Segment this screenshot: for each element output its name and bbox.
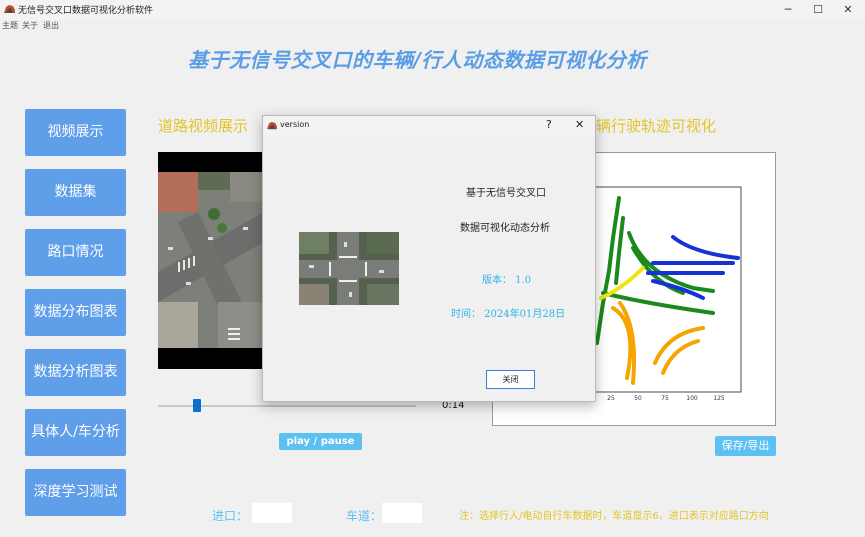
maximize-button[interactable]: ☐: [801, 0, 835, 20]
intersection-thumbnail: [299, 232, 399, 305]
menu-theme[interactable]: 主题: [2, 20, 18, 32]
app-logo-icon: [4, 5, 15, 13]
app-logo-icon: [267, 121, 277, 130]
dialog-help-button[interactable]: ?: [546, 118, 552, 131]
menu-bar: 主题 关于 退出: [0, 20, 865, 32]
entry-input[interactable]: [252, 503, 292, 523]
lane-label: 车道：: [346, 509, 383, 523]
video-frame-image: [158, 172, 264, 348]
nav-intersection-button[interactable]: 路口情况: [25, 229, 126, 276]
dialog-heading-line2: 数据可视化动态分析: [460, 223, 550, 234]
nav-video-button[interactable]: 视频展示: [25, 109, 126, 156]
nav-analysis-chart-button[interactable]: 数据分析图表: [25, 349, 126, 396]
nav-person-vehicle-button[interactable]: 具体人/车分析: [25, 409, 126, 456]
nav-distribution-chart-button[interactable]: 数据分布图表: [25, 289, 126, 336]
dialog-title: version: [280, 120, 310, 129]
trajectory-section-label: 辆行驶轨迹可视化: [596, 117, 717, 135]
x-tick-label: 125: [713, 395, 725, 402]
main-title: 基于无信号交叉口的车辆/行人动态数据可视化分析: [188, 48, 647, 72]
lane-input[interactable]: [382, 503, 422, 523]
nav-deep-learning-button[interactable]: 深度学习测试: [25, 469, 126, 516]
x-tick-label: 25: [607, 395, 615, 402]
dialog-close-button[interactable]: 关闭: [486, 370, 535, 389]
version-dialog: version ? ✕ 基于无信号交叉口 数据可视化动态分析 版本： 1.0 时…: [262, 115, 596, 402]
x-tick-label: 100: [686, 395, 698, 402]
save-export-button[interactable]: 保存/导出: [715, 436, 776, 456]
play-pause-button[interactable]: play / pause: [279, 433, 362, 450]
dialog-titlebar: version ? ✕: [263, 116, 595, 136]
window-titlebar: 无信号交叉口数据可视化分析软件 ─ ☐ ✕: [0, 0, 865, 20]
menu-exit[interactable]: 退出: [43, 20, 59, 32]
menu-about[interactable]: 关于: [22, 20, 38, 32]
dialog-version: 版本： 1.0: [482, 275, 532, 286]
video-section-label: 道路视频展示: [158, 117, 249, 135]
trajectory-line: [653, 326, 705, 365]
trajectory-line: [671, 235, 740, 260]
video-progress-handle[interactable]: [192, 399, 201, 412]
dialog-body: 基于无信号交叉口 数据可视化动态分析 版本： 1.0 时间： 2024年01月2…: [263, 136, 595, 401]
dialog-close-x-button[interactable]: ✕: [575, 118, 584, 131]
dialog-date: 时间： 2024年01月28日: [451, 309, 566, 320]
dialog-heading-line1: 基于无信号交叉口: [466, 188, 546, 199]
minimize-button[interactable]: ─: [771, 0, 805, 20]
x-tick-label: 50: [634, 395, 642, 402]
trajectory-line: [614, 216, 625, 285]
x-tick-label: 75: [661, 395, 669, 402]
nav-dataset-button[interactable]: 数据集: [25, 169, 126, 216]
window-title: 无信号交叉口数据可视化分析软件: [18, 6, 154, 16]
video-player[interactable]: [158, 152, 264, 369]
close-window-button[interactable]: ✕: [831, 0, 865, 20]
entry-label: 进口：: [212, 509, 249, 523]
bottom-note: 注：选择行人/电动自行车数据时，车道显示6，进口表示对应路口方向: [459, 511, 769, 522]
